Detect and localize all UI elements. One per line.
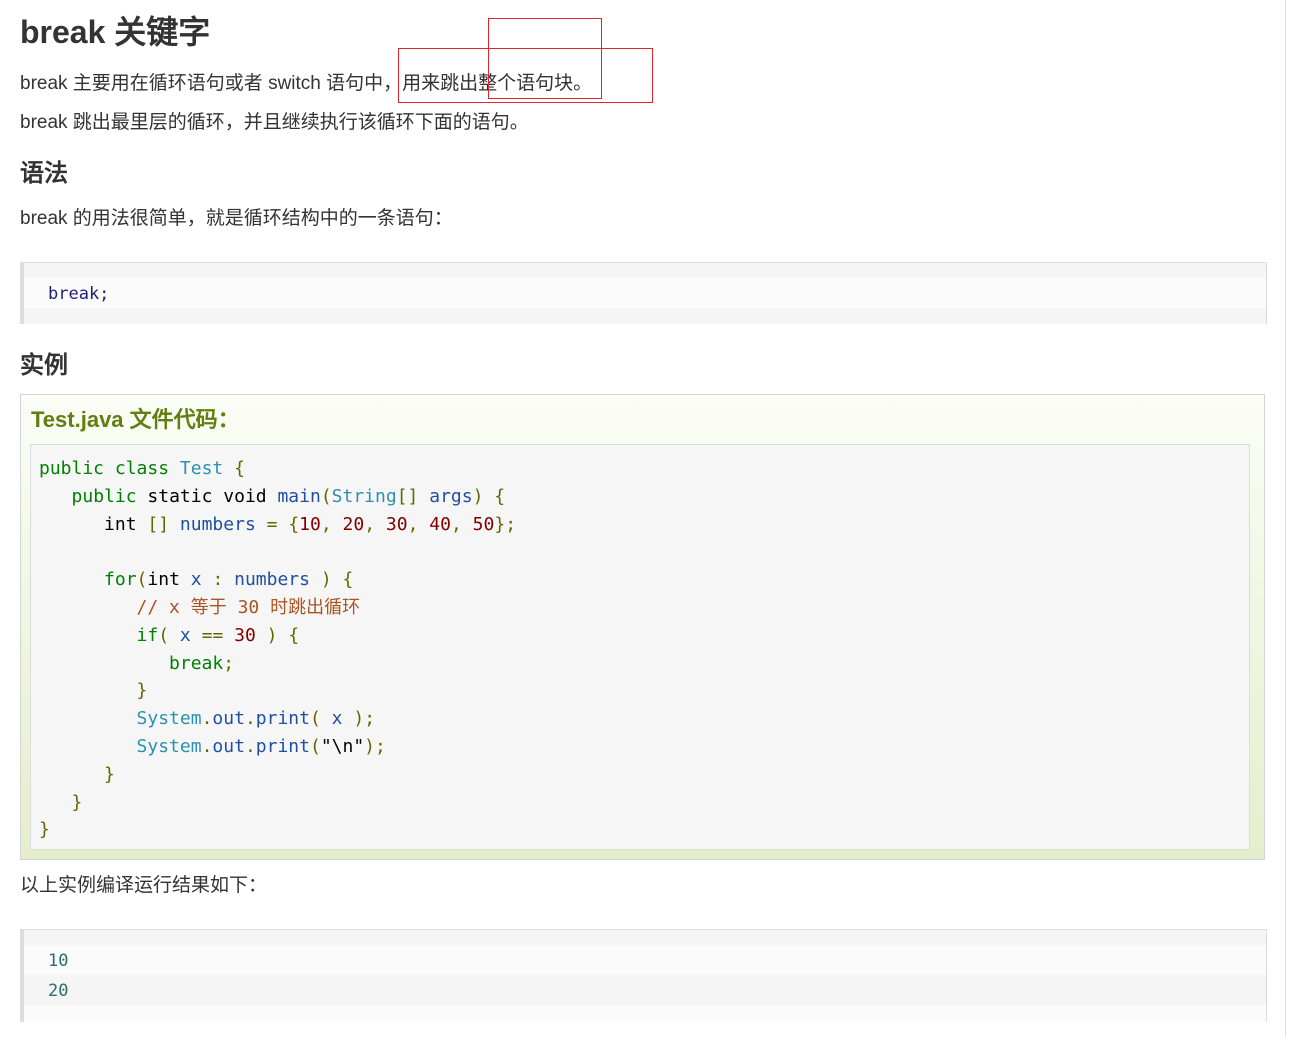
example-heading: 实例 <box>20 352 68 379</box>
example-code-block: public class Test { public static void m… <box>30 444 1250 850</box>
code-stripe <box>24 975 1266 1005</box>
syntax-code-line: break; <box>48 284 110 304</box>
example-box: Test.java 文件代码： public class Test { publ… <box>20 394 1265 860</box>
example-file-title: Test.java 文件代码： <box>31 407 240 432</box>
result-line-1: 10 <box>48 951 69 971</box>
page-right-border <box>1285 0 1286 1037</box>
code-stripe <box>24 263 1266 278</box>
code-stripe <box>24 1005 1266 1022</box>
intro-paragraph-2: break 跳出最里层的循环，并且继续执行该循环下面的语句。 <box>20 112 529 133</box>
result-code-block: 10 20 <box>20 929 1267 1022</box>
syntax-code-block: break; <box>20 262 1267 324</box>
result-line-2: 20 <box>48 981 69 1001</box>
result-description: 以上实例编译运行结果如下： <box>20 875 268 896</box>
code-stripe <box>24 930 1266 945</box>
code-stripe <box>24 308 1266 324</box>
code-stripe <box>24 945 1266 975</box>
code-stripe <box>24 278 1266 308</box>
syntax-description: break 的用法很简单，就是循环结构中的一条语句： <box>20 208 453 229</box>
annotation-box <box>398 48 653 103</box>
page-title: break 关键字 <box>20 14 211 50</box>
example-code: public class Test { public static void m… <box>39 458 517 841</box>
syntax-heading: 语法 <box>20 160 68 187</box>
